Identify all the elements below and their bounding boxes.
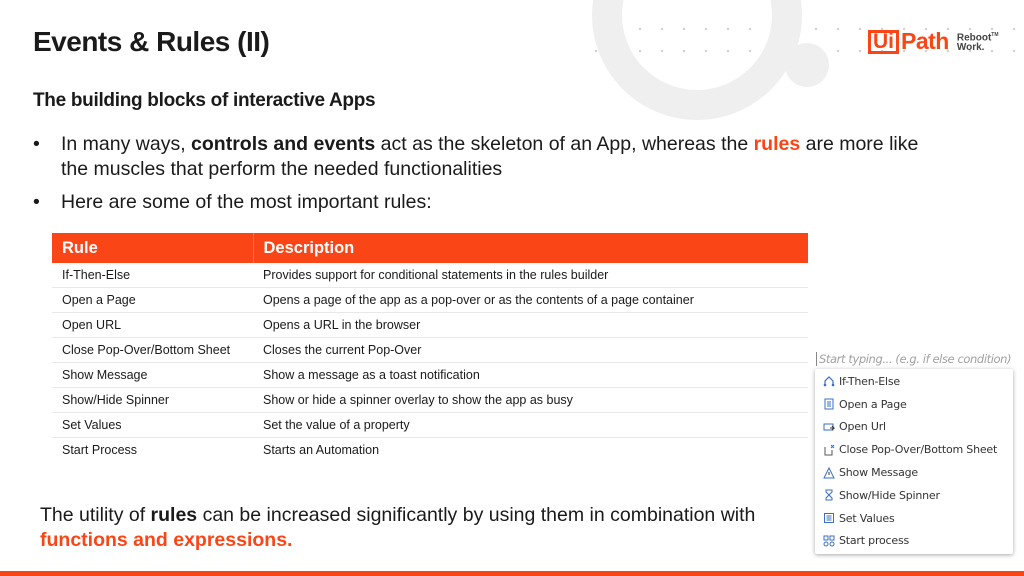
bullet-list: • In many ways, controls and events act … bbox=[33, 132, 933, 223]
bullet-marker: • bbox=[33, 191, 40, 213]
emphasis-rules: rules bbox=[753, 133, 801, 155]
logo-ui-box: Ui bbox=[868, 29, 899, 54]
rule-option[interactable]: Open Url bbox=[815, 416, 1013, 439]
rule-option[interactable]: Show/Hide Spinner bbox=[815, 484, 1013, 507]
rule-option[interactable]: If-Then-Else bbox=[815, 370, 1013, 393]
rule-option-label: Open a Page bbox=[839, 397, 907, 411]
table-row: Start Process Starts an Automation bbox=[52, 438, 808, 463]
rule-option-label: Open Url bbox=[839, 420, 886, 434]
hourglass-icon bbox=[823, 489, 835, 501]
text-run: In many ways, bbox=[61, 133, 192, 155]
rule-name-cell: Set Values bbox=[52, 412, 253, 438]
table-row: Show Message Show a message as a toast no… bbox=[52, 362, 808, 388]
open-url-icon bbox=[823, 421, 835, 433]
rule-option[interactable]: Open a Page bbox=[815, 393, 1013, 416]
rule-description-cell: Show or hide a spinner overlay to show t… bbox=[253, 387, 808, 413]
circle-decoration bbox=[785, 43, 829, 87]
rule-picker-dropdown: If-Then-Else Open a Page Open Url Close Pop… bbox=[815, 369, 1013, 554]
rule-option-label: Close Pop-Over/Bottom Sheet bbox=[839, 443, 998, 457]
rule-option-label: Show/Hide Spinner bbox=[839, 488, 940, 502]
emphasis-controls-events: controls and events bbox=[191, 133, 376, 155]
emphasis-functions-expressions: functions and expressions. bbox=[40, 529, 293, 551]
bullet-item: • Here are some of the most important ru… bbox=[33, 190, 933, 215]
slide-title: Events & Rules (II) bbox=[33, 26, 270, 57]
process-icon bbox=[823, 535, 835, 547]
table-row: Set Values Set the value of a property bbox=[52, 412, 808, 438]
rule-option[interactable]: Set Values bbox=[815, 507, 1013, 530]
emphasis-rules: rules bbox=[150, 504, 198, 526]
table-row: Close Pop-Over/Bottom Sheet Closes the cu… bbox=[52, 337, 808, 363]
close-popover-icon bbox=[823, 444, 835, 456]
rule-description-cell: Show a message as a toast notification bbox=[253, 362, 808, 388]
rule-option[interactable]: Start process bbox=[815, 530, 1013, 553]
rule-option-label: If-Then-Else bbox=[839, 374, 900, 388]
bullet-marker: • bbox=[33, 133, 40, 155]
rule-name-cell: Show Message bbox=[52, 362, 253, 388]
conclusion-text: The utility of rules can be increased si… bbox=[40, 503, 800, 553]
rule-search-input[interactable]: Start typing... (e.g. if else condition) bbox=[816, 352, 1019, 366]
branch-icon bbox=[823, 375, 835, 387]
logo-trademark: TM bbox=[991, 31, 999, 38]
table-header-row: Rule Description bbox=[52, 233, 808, 263]
column-header-description: Description bbox=[253, 233, 808, 263]
rules-table: Rule Description If-Then-Else Provides su… bbox=[52, 233, 808, 462]
rule-option-label: Start process bbox=[839, 534, 910, 548]
warning-icon bbox=[823, 466, 835, 479]
rule-name-cell: Start Process bbox=[62, 443, 138, 457]
rule-option[interactable]: Show Message bbox=[815, 461, 1013, 484]
rule-description-cell: Opens a URL in the browser bbox=[253, 312, 808, 338]
table-row: Open URL Opens a URL in the browser bbox=[52, 312, 808, 338]
page-icon bbox=[823, 398, 835, 410]
rule-description-cell: Opens a page of the app as a pop-over or… bbox=[253, 287, 808, 313]
uipath-logo: Ui Path RebootTM Work. bbox=[868, 28, 999, 55]
logo-tagline: RebootTM Work. bbox=[957, 30, 999, 53]
text-run: The utility of bbox=[40, 504, 151, 526]
table-row: If-Then-Else Provides support for conditi… bbox=[52, 263, 808, 288]
rule-name-cell: If-Then-Else bbox=[52, 263, 253, 288]
ring-decoration bbox=[592, 0, 802, 120]
rule-description-cell: Closes the current Pop-Over bbox=[253, 337, 808, 363]
bullet-text: In many ways, controls and events act as… bbox=[61, 132, 933, 182]
logo-path-text: Path bbox=[901, 28, 949, 54]
logo-tagline-line2: Work. bbox=[956, 42, 985, 54]
table-row: Show/Hide Spinner Show or hide a spinner … bbox=[52, 387, 808, 413]
rule-description-cell: Provides support for conditional stateme… bbox=[253, 263, 808, 288]
list-icon bbox=[823, 512, 835, 524]
rule-description-cell: Starts an Automation bbox=[263, 443, 380, 457]
footer-accent-bar bbox=[0, 571, 1024, 576]
rule-option-label: Set Values bbox=[839, 511, 895, 525]
column-header-rule: Rule bbox=[52, 233, 254, 263]
rule-option-label: Show Message bbox=[839, 466, 918, 480]
slide-subtitle: The building blocks of interactive Apps bbox=[33, 90, 376, 111]
rule-name-cell: Close Pop-Over/Bottom Sheet bbox=[52, 337, 253, 363]
text-run: can be increased significantly by using … bbox=[197, 504, 756, 526]
rule-name-cell: Open a Page bbox=[52, 287, 253, 313]
rule-option[interactable]: Close Pop-Over/Bottom Sheet bbox=[815, 438, 1013, 461]
rule-name-cell: Show/Hide Spinner bbox=[52, 387, 253, 413]
table-row: Open a Page Opens a page of the app as a … bbox=[52, 287, 808, 313]
text-run: act as the skeleton of an App, whereas t… bbox=[375, 133, 754, 155]
rule-description-cell: Set the value of a property bbox=[253, 412, 808, 438]
bullet-text: Here are some of the most important rule… bbox=[61, 191, 432, 213]
bullet-item: • In many ways, controls and events act … bbox=[33, 132, 933, 182]
rule-name-cell: Open URL bbox=[52, 312, 253, 338]
